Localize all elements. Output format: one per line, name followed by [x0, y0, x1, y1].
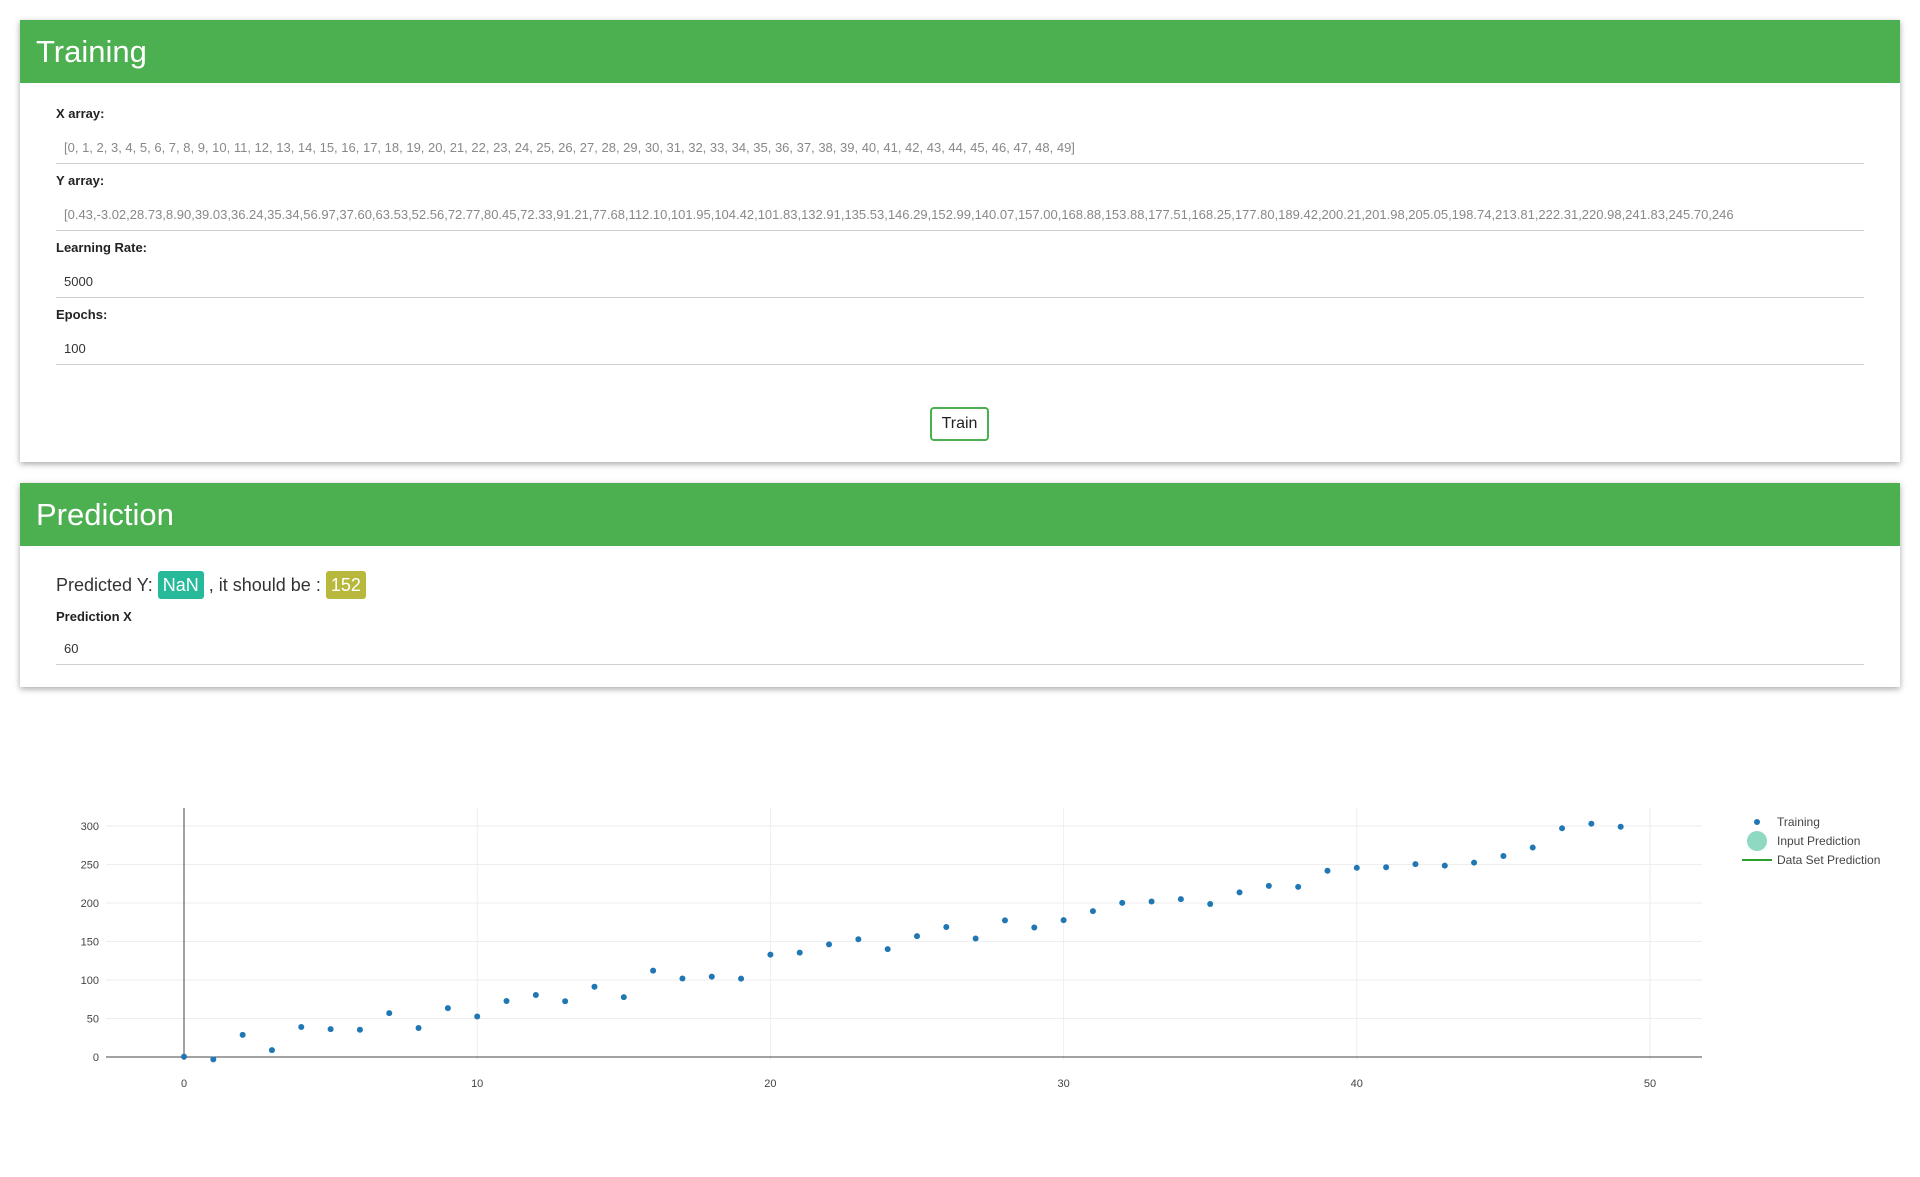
y-tick-label: 50: [87, 1014, 99, 1026]
training-point: [708, 973, 715, 980]
y-tick-label: 300: [81, 821, 99, 833]
prediction-card: Prediction Predicted Y: NaN , it should …: [20, 483, 1900, 687]
prediction-title: Prediction: [20, 483, 1900, 546]
prediction-x-label: Prediction X: [56, 609, 132, 624]
prediction-x-input[interactable]: 60: [56, 633, 1864, 665]
legend-marker-training: [1754, 819, 1760, 825]
x-tick-label: 0: [181, 1078, 187, 1090]
x-tick-label: 40: [1351, 1078, 1363, 1090]
training-point: [444, 1005, 451, 1012]
epochs-label: Epochs:: [56, 307, 108, 322]
x-array-input[interactable]: [0, 1, 2, 3, 4, 5, 6, 7, 8, 9, 10, 11, 1…: [56, 132, 1864, 164]
training-point: [532, 992, 539, 999]
training-point: [386, 1010, 393, 1017]
training-point: [972, 935, 979, 942]
training-point: [1441, 862, 1448, 869]
training-point: [474, 1013, 481, 1020]
training-point: [1471, 859, 1478, 866]
prediction-result-line: Predicted Y: NaN , it should be : 152: [56, 569, 371, 601]
training-point: [1060, 917, 1067, 924]
y-tick-label: 100: [81, 975, 99, 987]
y-array-input[interactable]: [0.43,-3.02,28.73,8.90,39.03,36.24,35.34…: [56, 199, 1864, 231]
legend-marker-input-prediction: [1747, 831, 1767, 851]
training-point: [239, 1031, 246, 1038]
legend-label: Input Prediction: [1777, 834, 1860, 848]
training-point: [1148, 898, 1155, 905]
training-point: [767, 951, 774, 958]
training-point: [650, 967, 657, 974]
predicted-y-badge: NaN: [157, 571, 204, 599]
scatter-chart: 0 10 20 30 40 50 0 50 100 150 200 250 300 Training In…: [81, 808, 1880, 1090]
x-tick-label: 30: [1057, 1078, 1069, 1090]
expected-y-badge: 152: [325, 571, 366, 599]
x-array-label: X array:: [56, 106, 105, 121]
training-title: Training: [20, 20, 1900, 83]
training-point: [620, 994, 627, 1001]
training-point: [1588, 820, 1595, 827]
training-point: [943, 923, 950, 930]
training-point: [181, 1053, 187, 1060]
training-point: [415, 1025, 422, 1032]
training-point: [1001, 917, 1008, 924]
training-point: [1119, 899, 1126, 906]
training-point: [1089, 908, 1096, 915]
training-point: [268, 1047, 275, 1054]
x-tick-label: 50: [1644, 1078, 1656, 1090]
y-array-label: Y array:: [56, 173, 105, 188]
train-button[interactable]: Train: [930, 407, 989, 441]
training-point: [1207, 900, 1214, 907]
y-tick-label: 0: [93, 1052, 99, 1064]
training-point: [591, 983, 598, 990]
should-be-text: , it should be :: [208, 574, 321, 595]
predicted-y-label: Predicted Y:: [56, 574, 153, 595]
training-point: [1412, 861, 1419, 868]
training-point: [356, 1026, 363, 1033]
epochs-input[interactable]: 100: [56, 333, 1864, 365]
training-point: [1500, 853, 1507, 860]
training-point: [1383, 864, 1390, 871]
training-point: [210, 1056, 217, 1063]
training-point: [679, 975, 686, 982]
training-point: [826, 941, 833, 948]
chart-axes: 0 10 20 30 40 50 0 50 100 150 200 250 300: [81, 808, 1702, 1090]
chart-legend[interactable]: Training Input Prediction Data Set Predict…: [1742, 815, 1880, 867]
y-tick-label: 200: [81, 898, 99, 910]
learning-rate-label: Learning Rate:: [56, 240, 148, 255]
training-point: [1617, 823, 1624, 830]
x-tick-label: 10: [471, 1078, 483, 1090]
training-point: [1177, 896, 1184, 903]
legend-label: Data Set Prediction: [1777, 853, 1880, 867]
training-point: [1295, 883, 1302, 890]
training-point: [503, 997, 510, 1004]
training-point: [327, 1026, 334, 1033]
training-point: [1031, 924, 1038, 931]
training-card: Training X array: [0, 1, 2, 3, 4, 5, 6, …: [20, 20, 1900, 462]
training-point: [1529, 844, 1536, 851]
learning-rate-input[interactable]: 5000: [56, 266, 1864, 298]
legend-label: Training: [1777, 815, 1820, 829]
training-point: [1353, 864, 1360, 871]
y-tick-label: 250: [81, 860, 99, 872]
training-point: [1324, 867, 1331, 874]
training-point: [1265, 882, 1272, 889]
training-point: [298, 1023, 305, 1030]
x-tick-label: 20: [764, 1078, 776, 1090]
training-point: [1559, 825, 1566, 832]
training-point: [796, 949, 803, 956]
training-point: [914, 933, 920, 940]
training-point: [855, 936, 862, 943]
training-point: [738, 975, 745, 982]
training-point: [562, 998, 569, 1005]
y-tick-label: 150: [81, 937, 99, 949]
training-point: [884, 946, 891, 953]
chart-grid: [106, 808, 1702, 1060]
training-point: [1236, 889, 1243, 896]
